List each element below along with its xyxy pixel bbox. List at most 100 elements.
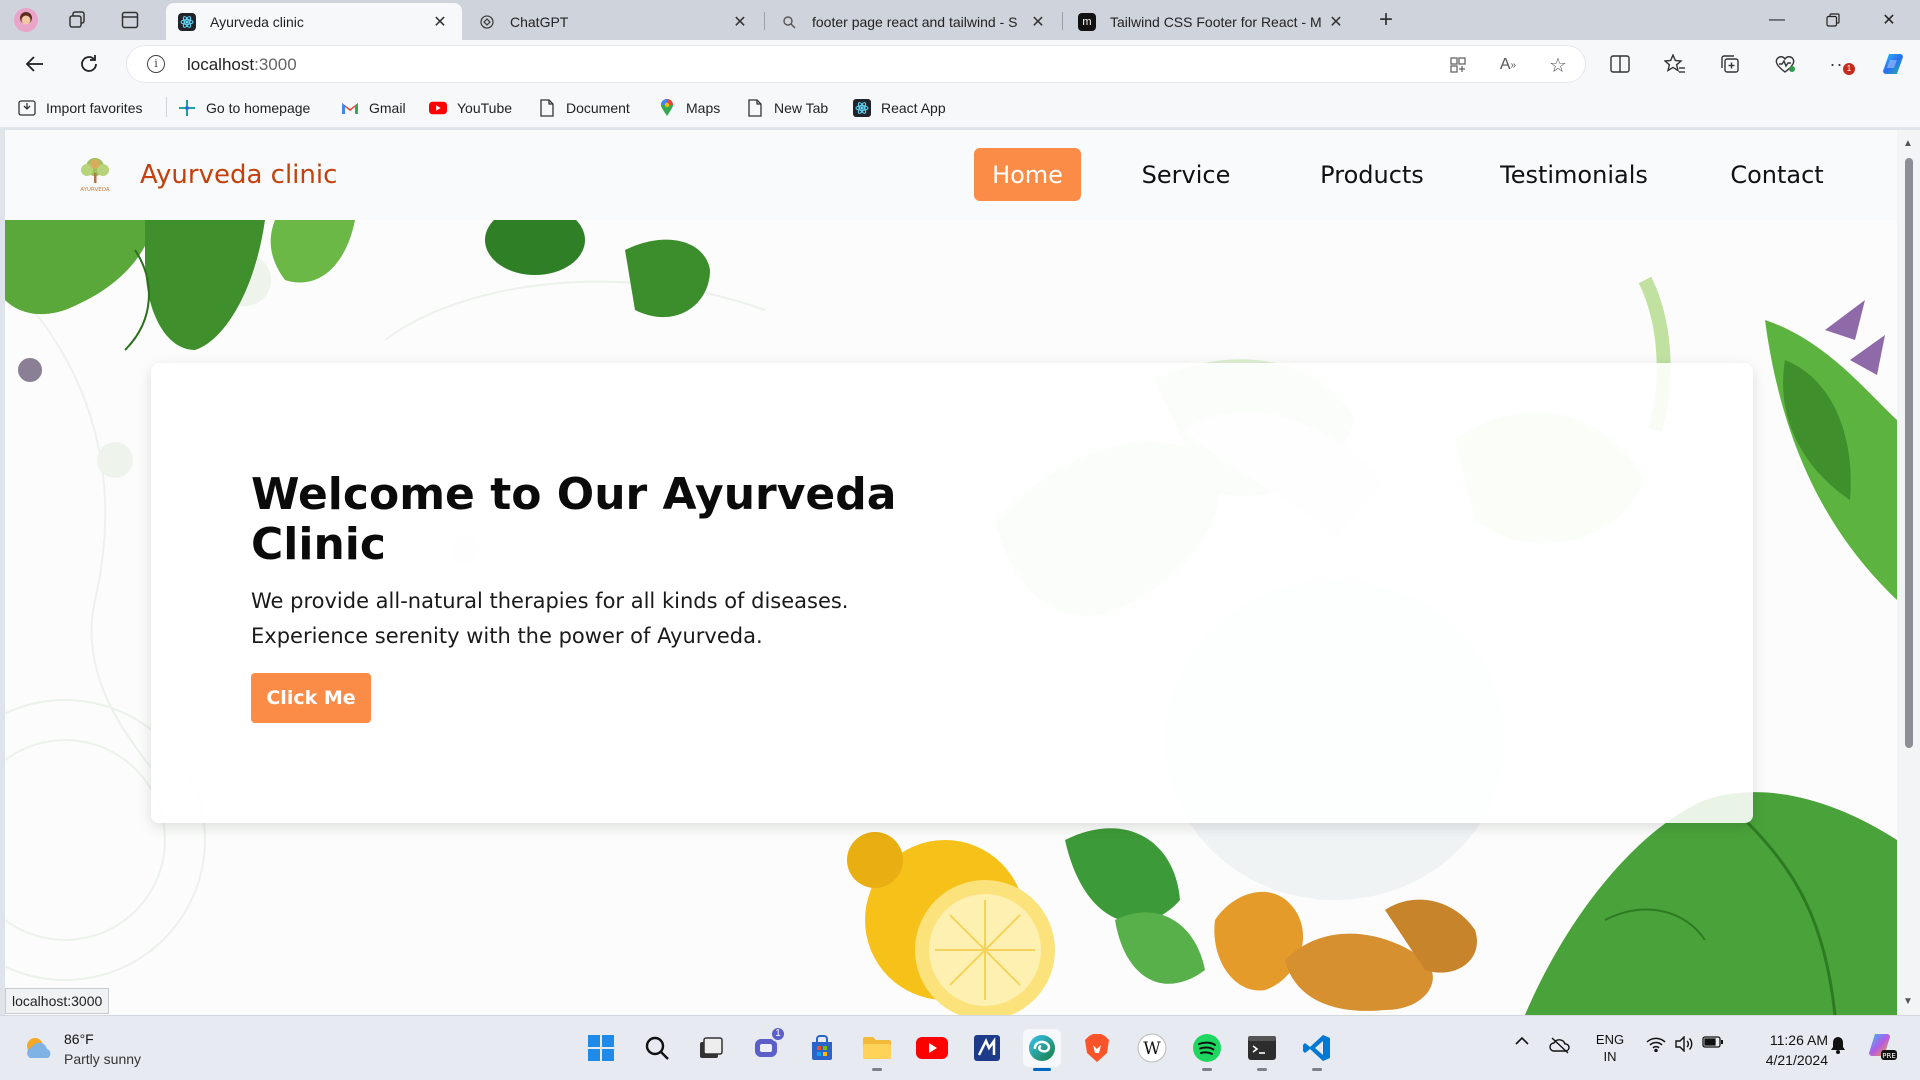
react-icon — [178, 12, 196, 31]
wikipedia-icon[interactable]: W — [1133, 1029, 1171, 1067]
tab-title: ChatGPT — [510, 13, 569, 30]
teams-badge: 1 — [770, 1026, 786, 1042]
search-icon[interactable] — [638, 1029, 676, 1067]
start-button[interactable] — [582, 1029, 620, 1067]
tab-ayurveda-clinic[interactable]: Ayurveda clinic ✕ — [166, 3, 462, 40]
onedrive-offline-icon[interactable] — [1548, 1036, 1572, 1054]
taskbar-clock[interactable]: 11:26 AM 4/21/2024 — [1740, 1030, 1828, 1070]
import-icon — [18, 99, 36, 117]
close-icon[interactable]: ✕ — [1326, 12, 1346, 32]
profile-avatar[interactable] — [12, 6, 40, 34]
chevron-up-icon[interactable] — [1512, 1036, 1532, 1046]
favorite-document[interactable]: Document — [538, 96, 630, 120]
favorite-react-app[interactable]: React App — [853, 96, 946, 120]
spotify-icon[interactable] — [1188, 1029, 1226, 1071]
hero-description: We provide all-natural therapies for all… — [251, 589, 849, 648]
nav-contact[interactable]: Contact — [1722, 148, 1832, 201]
volume-icon[interactable] — [1672, 1036, 1696, 1052]
visual-studio-app-icon[interactable] — [968, 1029, 1006, 1067]
favorite-new-tab[interactable]: New Tab — [746, 96, 828, 120]
restore-button[interactable] — [1805, 0, 1861, 40]
partly-sunny-icon[interactable] — [22, 1034, 54, 1062]
tab-title: footer page react and tailwind - S — [812, 13, 1018, 30]
notification-badge: 1 — [1843, 63, 1855, 75]
battery-icon[interactable] — [1700, 1036, 1726, 1048]
logo-tree-icon[interactable]: AYURVEDA — [75, 156, 115, 194]
nav-service[interactable]: Service — [1133, 148, 1239, 201]
nav-testimonials[interactable]: Testimonials — [1499, 148, 1649, 201]
page-viewport: AYURVEDA Ayurveda clinic Home Service Pr… — [5, 130, 1897, 1015]
edge-browser-icon[interactable] — [1023, 1029, 1061, 1071]
medium-icon: m — [1078, 12, 1096, 31]
brave-browser-icon[interactable] — [1078, 1029, 1116, 1067]
copilot-taskbar-icon[interactable]: PRE — [1864, 1032, 1898, 1062]
favorite-star-icon[interactable]: ☆ — [1545, 52, 1571, 78]
scroll-up-icon[interactable]: ▲ — [1903, 138, 1913, 149]
favorite-go-to-homepage[interactable]: Go to homepage — [178, 96, 310, 120]
hero-section: Welcome to Our Ayurveda Clinic We provid… — [5, 220, 1897, 1015]
scrollbar-thumb[interactable] — [1905, 158, 1913, 748]
new-tab-button[interactable]: + — [1372, 6, 1400, 34]
clock-date: 4/21/2024 — [1765, 1052, 1828, 1068]
tab-footer-search[interactable]: footer page react and tailwind - S ✕ — [768, 3, 1060, 40]
browser-toolbar: i localhost:3000 A» ☆ ··· 1 — [0, 40, 1920, 88]
site-info-icon[interactable]: i — [147, 55, 165, 73]
favorite-youtube[interactable]: YouTube — [429, 96, 512, 120]
address-url[interactable]: localhost:3000 — [187, 55, 297, 75]
close-window-button[interactable]: ✕ — [1861, 0, 1917, 40]
youtube-app-icon[interactable] — [913, 1029, 951, 1067]
click-me-button[interactable]: Click Me — [251, 673, 371, 723]
status-bar-url: localhost:3000 — [5, 988, 110, 1014]
favorites-icon[interactable] — [1661, 50, 1689, 78]
tab-title: Ayurveda clinic — [210, 13, 304, 30]
favorite-import[interactable]: Import favorites — [18, 96, 142, 120]
more-options-icon[interactable]: ··· 1 — [1826, 50, 1855, 78]
weather-temperature[interactable]: 86°F — [64, 1031, 94, 1047]
nav-products[interactable]: Products — [1307, 148, 1437, 201]
file-explorer-icon[interactable] — [858, 1029, 896, 1071]
tab-tailwind-footer[interactable]: m Tailwind CSS Footer for React - M ✕ — [1066, 3, 1358, 40]
svg-text:AYURVEDA: AYURVEDA — [80, 187, 110, 193]
document-icon — [538, 99, 556, 117]
collections-icon[interactable] — [1716, 50, 1744, 78]
gmail-icon — [341, 99, 359, 117]
svg-text:PRE: PRE — [1882, 1052, 1896, 1060]
youtube-icon — [429, 99, 447, 117]
terminal-icon[interactable] — [1243, 1029, 1281, 1071]
teams-chat-icon[interactable]: 1 — [748, 1026, 786, 1067]
task-view-icon[interactable] — [692, 1029, 730, 1067]
copilot-icon[interactable] — [1879, 50, 1907, 78]
workspaces-icon[interactable] — [63, 6, 91, 34]
app-available-icon[interactable] — [1445, 52, 1471, 78]
nav-home[interactable]: Home — [974, 148, 1081, 201]
document-icon — [746, 99, 764, 117]
clock-time: 11:26 AM — [1769, 1032, 1828, 1048]
minimize-button[interactable]: — — [1749, 0, 1805, 40]
close-icon[interactable]: ✕ — [1028, 12, 1048, 32]
close-icon[interactable]: ✕ — [730, 12, 750, 32]
wifi-icon[interactable] — [1644, 1036, 1668, 1052]
address-bar[interactable]: i localhost:3000 A» ☆ — [126, 45, 1586, 83]
brand-name[interactable]: Ayurveda clinic — [140, 160, 337, 190]
language-indicator[interactable]: ENG IN — [1590, 1031, 1630, 1065]
favorite-maps[interactable]: Maps — [658, 96, 720, 120]
browser-tab-strip: Ayurveda clinic ✕ ChatGPT ✕ footer page … — [0, 0, 1920, 40]
scroll-down-icon[interactable]: ▼ — [1903, 996, 1913, 1007]
close-icon[interactable]: ✕ — [430, 12, 450, 32]
vscode-icon[interactable] — [1298, 1029, 1336, 1071]
read-aloud-icon[interactable]: A» — [1495, 52, 1521, 78]
search-icon — [780, 13, 798, 31]
split-screen-icon[interactable] — [1606, 50, 1634, 78]
back-button[interactable] — [20, 49, 50, 79]
page-scrollbar[interactable]: ▲ ▼ — [1897, 130, 1920, 1015]
vertical-tabs-icon[interactable] — [116, 6, 144, 34]
favorite-gmail[interactable]: Gmail — [341, 96, 406, 120]
chatgpt-icon — [478, 12, 496, 31]
refresh-button[interactable] — [74, 49, 104, 79]
weather-description[interactable]: Partly sunny — [64, 1051, 141, 1067]
tab-chatgpt[interactable]: ChatGPT ✕ — [466, 3, 762, 40]
hero-title: Welcome to Our Ayurveda Clinic — [251, 469, 897, 570]
browser-essentials-icon[interactable] — [1771, 50, 1799, 78]
notifications-bell-icon[interactable] — [1826, 1036, 1850, 1054]
microsoft-store-icon[interactable] — [803, 1029, 841, 1067]
